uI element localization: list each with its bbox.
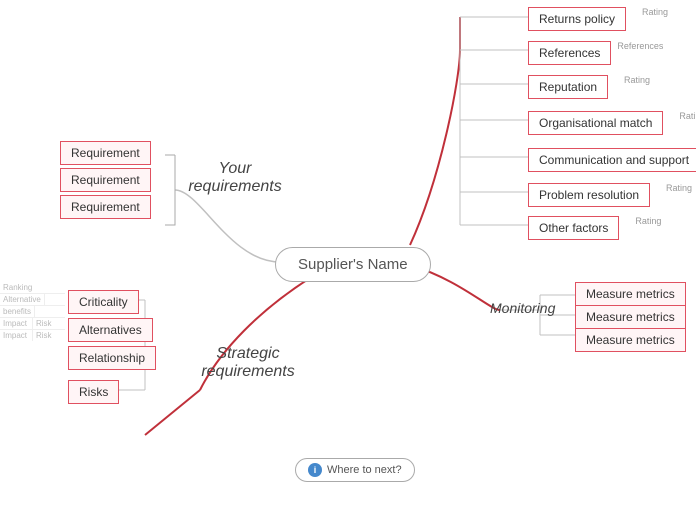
relationship-node[interactable]: Relationship xyxy=(68,346,156,370)
ranking-header: Ranking xyxy=(0,282,65,294)
requirement-2[interactable]: Requirement xyxy=(60,168,151,192)
where-next-node[interactable]: i Where to next? xyxy=(295,458,415,482)
problem-resolution-label: Problem resolution xyxy=(528,183,650,207)
alternative-row: Alternative xyxy=(0,294,65,306)
returns-policy-label: Returns policy xyxy=(528,7,626,31)
requirement-1-label: Requirement xyxy=(60,141,151,165)
reputation-tag: Rating xyxy=(624,75,650,85)
eval-reputation[interactable]: Reputation Rating xyxy=(528,75,608,99)
requirement-1[interactable]: Requirement xyxy=(60,141,151,165)
eval-returns-policy[interactable]: Returns policy Rating xyxy=(528,7,626,31)
measure-3[interactable]: Measure metrics xyxy=(575,328,686,352)
requirement-2-label: Requirement xyxy=(60,168,151,192)
eval-org-match[interactable]: Organisational match Rating xyxy=(528,111,663,135)
where-next-label: Where to next? xyxy=(327,464,402,476)
criticality-node[interactable]: Criticality xyxy=(68,290,139,314)
supplier-name-label: Supplier's Name xyxy=(275,247,431,282)
references-label: References xyxy=(528,41,611,65)
monitoring-label-node: Monitoring xyxy=(490,300,555,316)
ranking-table: Ranking Alternative benefits Impact Risk… xyxy=(0,282,65,341)
returns-policy-tag: Rating xyxy=(642,7,668,17)
benefits-row: benefits xyxy=(0,306,65,318)
alternatives-label: Alternatives xyxy=(68,318,153,342)
references-tag: References xyxy=(617,41,663,51)
requirement-3-label: Requirement xyxy=(60,195,151,219)
monitoring-title: Monitoring xyxy=(490,300,555,316)
measure-3-label: Measure metrics xyxy=(575,328,686,352)
center-node[interactable]: Supplier's Name xyxy=(275,247,431,282)
requirement-3[interactable]: Requirement xyxy=(60,195,151,219)
criticality-label: Criticality xyxy=(68,290,139,314)
relationship-label: Relationship xyxy=(68,346,156,370)
requirements-title: Your requirements xyxy=(188,160,281,196)
reputation-label: Reputation xyxy=(528,75,608,99)
risks-node[interactable]: Risks xyxy=(68,380,119,404)
org-match-tag: Rating xyxy=(679,111,696,121)
measure-1[interactable]: Measure metrics xyxy=(575,282,686,306)
eval-references[interactable]: References References xyxy=(528,41,611,65)
info-icon: i xyxy=(308,463,322,477)
other-factors-label: Other factors xyxy=(528,216,619,240)
eval-comm-support[interactable]: Communication and support xyxy=(528,148,696,172)
other-factors-tag: Rating xyxy=(635,216,661,226)
strategic-title: Strategic requirements xyxy=(201,345,294,381)
requirements-label: Your requirements xyxy=(180,160,290,196)
measure-2-label: Measure metrics xyxy=(575,305,686,329)
eval-problem-resolution[interactable]: Problem resolution Rating xyxy=(528,183,650,207)
problem-resolution-tag: Rating xyxy=(666,183,692,193)
alternatives-node[interactable]: Alternatives xyxy=(68,318,153,342)
eval-other-factors[interactable]: Other factors Rating xyxy=(528,216,619,240)
measure-2[interactable]: Measure metrics xyxy=(575,305,686,329)
org-match-label: Organisational match xyxy=(528,111,663,135)
measure-1-label: Measure metrics xyxy=(575,282,686,306)
risks-label: Risks xyxy=(68,380,119,404)
impact-risk-row-2: Impact Risk xyxy=(0,330,65,341)
strategic-label: Strategic requirements xyxy=(188,345,308,381)
impact-risk-row-1: Impact Risk xyxy=(0,318,65,330)
comm-support-label: Communication and support xyxy=(528,148,696,172)
mind-map-canvas: Supplier's Name Your requirements Requir… xyxy=(0,0,696,520)
